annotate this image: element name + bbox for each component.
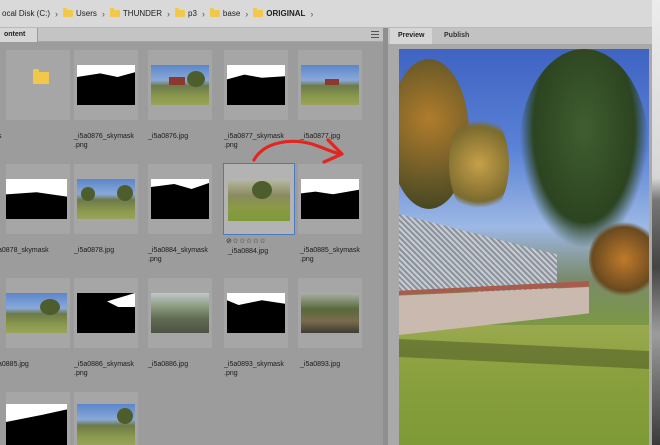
preview-panel: Preview Publish [388,28,652,445]
skymask-thumbnail [227,293,285,333]
folder-icon [253,8,264,17]
skymask-thumbnail [77,65,135,105]
thumbnail-cell[interactable] [74,278,138,348]
photo-thumbnail [301,293,359,333]
breadcrumb-item-thunder[interactable]: THUNDER [109,8,162,18]
thumbnail-label: _i5a0893.jpg [300,361,341,368]
tab-content[interactable]: ontent [0,28,38,42]
skymask-thumbnail [151,179,209,219]
thumbnail-cell-folder[interactable] [6,50,70,120]
breadcrumb-separator-icon: › [167,8,171,19]
thumbnail-cell[interactable] [148,50,212,120]
thumbnail-cell[interactable] [6,278,70,348]
thumbnail-label: _i5a0876.jpg [148,133,189,140]
tree-shape [589,219,649,299]
thumbnail-cell[interactable] [224,50,288,120]
preview-image [399,49,649,445]
skymask-thumbnail [6,179,67,219]
thumbnail-label: _i5a0885_skymask .png [300,247,360,263]
folder-icon [63,8,74,17]
photo-thumbnail [77,404,135,445]
red-arrow-annotation [252,138,344,164]
photo-thumbnail [6,293,67,333]
thumbnail-cell[interactable] [74,392,138,445]
photo-thumbnail [151,65,209,105]
thumbnail-label: s [0,132,82,141]
preview-tab-bar: Preview Publish [388,28,652,44]
skymask-thumbnail [6,404,67,445]
skymask-thumbnail [77,293,135,333]
tree-shape [449,109,509,219]
tab-publish[interactable]: Publish [436,28,477,44]
thumbnail-label: a0885.jpg [0,361,29,368]
breadcrumb-separator-icon: › [310,8,314,19]
folder-icon [33,69,49,84]
breadcrumb-item-disk[interactable]: ocal Disk (C:) [2,9,50,18]
thumbnail-cell[interactable] [224,278,288,348]
photo-thumbnail [77,179,135,219]
folder-icon [175,8,186,17]
folder-icon [209,8,220,17]
content-tab-bar: ontent [0,28,383,42]
breadcrumb-separator-icon: › [101,8,105,19]
folder-icon [109,8,120,17]
thumbnail-label: _i5a0878.jpg [74,247,115,254]
thumbnail-cell[interactable] [298,50,362,120]
breadcrumb-item-original[interactable]: ORIGINAL [253,8,305,18]
thumbnail-label: _i5a0893_skymask .png [224,361,284,377]
thumbnail-cell[interactable] [74,50,138,120]
skymask-thumbnail [227,65,285,105]
thumbnail-cell[interactable] [74,164,138,234]
window-edge-strip [652,0,660,445]
thumbnail-label: _i5a0876_skymask .png [74,133,134,149]
thumbnail-cell[interactable] [298,278,362,348]
rating-stars[interactable]: ⊘☆☆☆☆☆ [226,237,266,245]
breadcrumb-separator-icon: › [55,8,59,19]
breadcrumb-item-p3[interactable]: p3 [175,8,197,18]
thumbnail-label: _i5a0884_skymask .png [148,247,208,263]
breadcrumb-item-base[interactable]: base [209,8,240,18]
breadcrumb: ocal Disk (C:) › Users › THUNDER › p3 › … [0,0,652,28]
thumbnail-cell[interactable] [148,278,212,348]
thumbnail-label: _i5a0886_skymask .png [74,361,134,377]
panel-menu-icon[interactable] [371,31,379,38]
photo-thumbnail [151,293,209,333]
tab-preview[interactable]: Preview [390,28,433,44]
thumbnail-label: _i5a0886.jpg [148,361,189,368]
thumbnail-cell[interactable] [6,164,70,234]
photo-thumbnail [228,179,290,221]
photo-thumbnail [301,65,359,105]
content-panel: ontent s _i5a0876_skymask .png _i5a0876.… [0,28,383,445]
breadcrumb-separator-icon: › [245,8,249,19]
thumbnail-cell[interactable] [148,164,212,234]
breadcrumb-separator-icon: › [201,8,205,19]
chainlink-fence [399,214,557,292]
thumbnail-label: a0878_skymask [0,247,49,254]
breadcrumb-item-users[interactable]: Users [63,8,97,18]
skymask-thumbnail [301,179,359,219]
thumbnail-cell[interactable] [6,392,70,445]
